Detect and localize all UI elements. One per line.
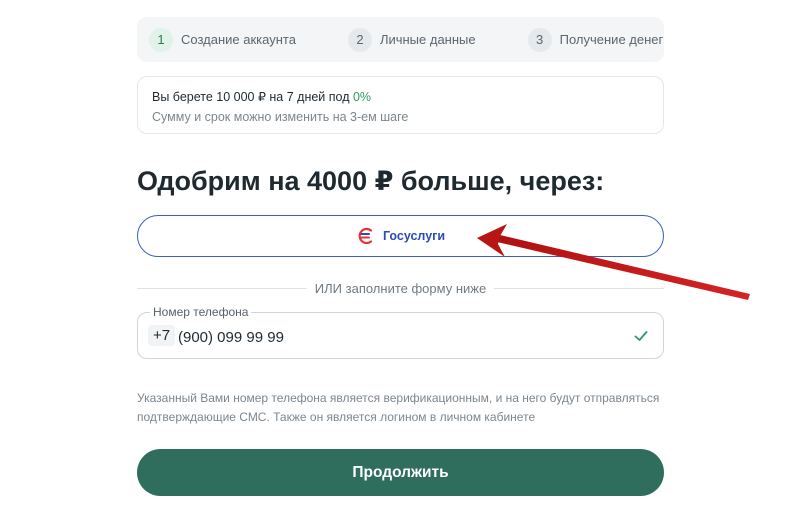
page-heading: Одобрим на 4000 ₽ больше, через: — [137, 166, 605, 196]
step-number: 3 — [527, 27, 552, 52]
divider-text: ИЛИ заполните форму ниже — [314, 281, 487, 296]
phone-field-label: Номер телефона — [150, 305, 252, 319]
phone-field[interactable]: Номер телефона +7 — [137, 305, 664, 359]
loan-summary-text: Вы берете 10 000 ₽ на 7 дней под — [152, 90, 353, 104]
check-icon — [634, 331, 648, 341]
step-number: 1 — [149, 27, 173, 52]
step-personal-data: 2 Личные данные — [347, 27, 476, 52]
step-get-money: 3 Получение денег — [527, 27, 664, 52]
gosuslugi-logo-icon — [358, 227, 373, 245]
loan-rate: 0% — [352, 90, 372, 104]
progress-steps: 1 Создание аккаунта 2 Личные данные 3 По… — [137, 17, 664, 62]
step-account-creation: 1 Создание аккаунта — [149, 27, 296, 52]
step-number: 2 — [347, 27, 372, 52]
step-label: Получение денег — [559, 32, 664, 47]
divider-line — [494, 288, 664, 289]
gosuslugi-button-label: Госуслуги — [382, 229, 446, 243]
step-label: Личные данные — [379, 32, 476, 47]
phone-input[interactable] — [178, 324, 598, 350]
loan-hint: Сумму и срок можно изменить на 3-ем шаге — [152, 110, 409, 124]
gosuslugi-login-button[interactable]: Госуслуги — [137, 215, 664, 257]
loan-info-card: Вы берете 10 000 ₽ на 7 дней под 0% Сумм… — [137, 76, 664, 134]
step-label: Создание аккаунта — [181, 32, 296, 47]
phone-verification-note: Указанный Вами номер телефона является в… — [137, 391, 660, 424]
loan-summary: Вы берете 10 000 ₽ на 7 дней под 0% — [152, 89, 649, 104]
divider-line — [137, 288, 307, 289]
or-divider: ИЛИ заполните форму ниже — [137, 281, 664, 296]
continue-button[interactable]: Продолжить — [137, 449, 664, 496]
phone-country-prefix: +7 — [148, 325, 176, 346]
